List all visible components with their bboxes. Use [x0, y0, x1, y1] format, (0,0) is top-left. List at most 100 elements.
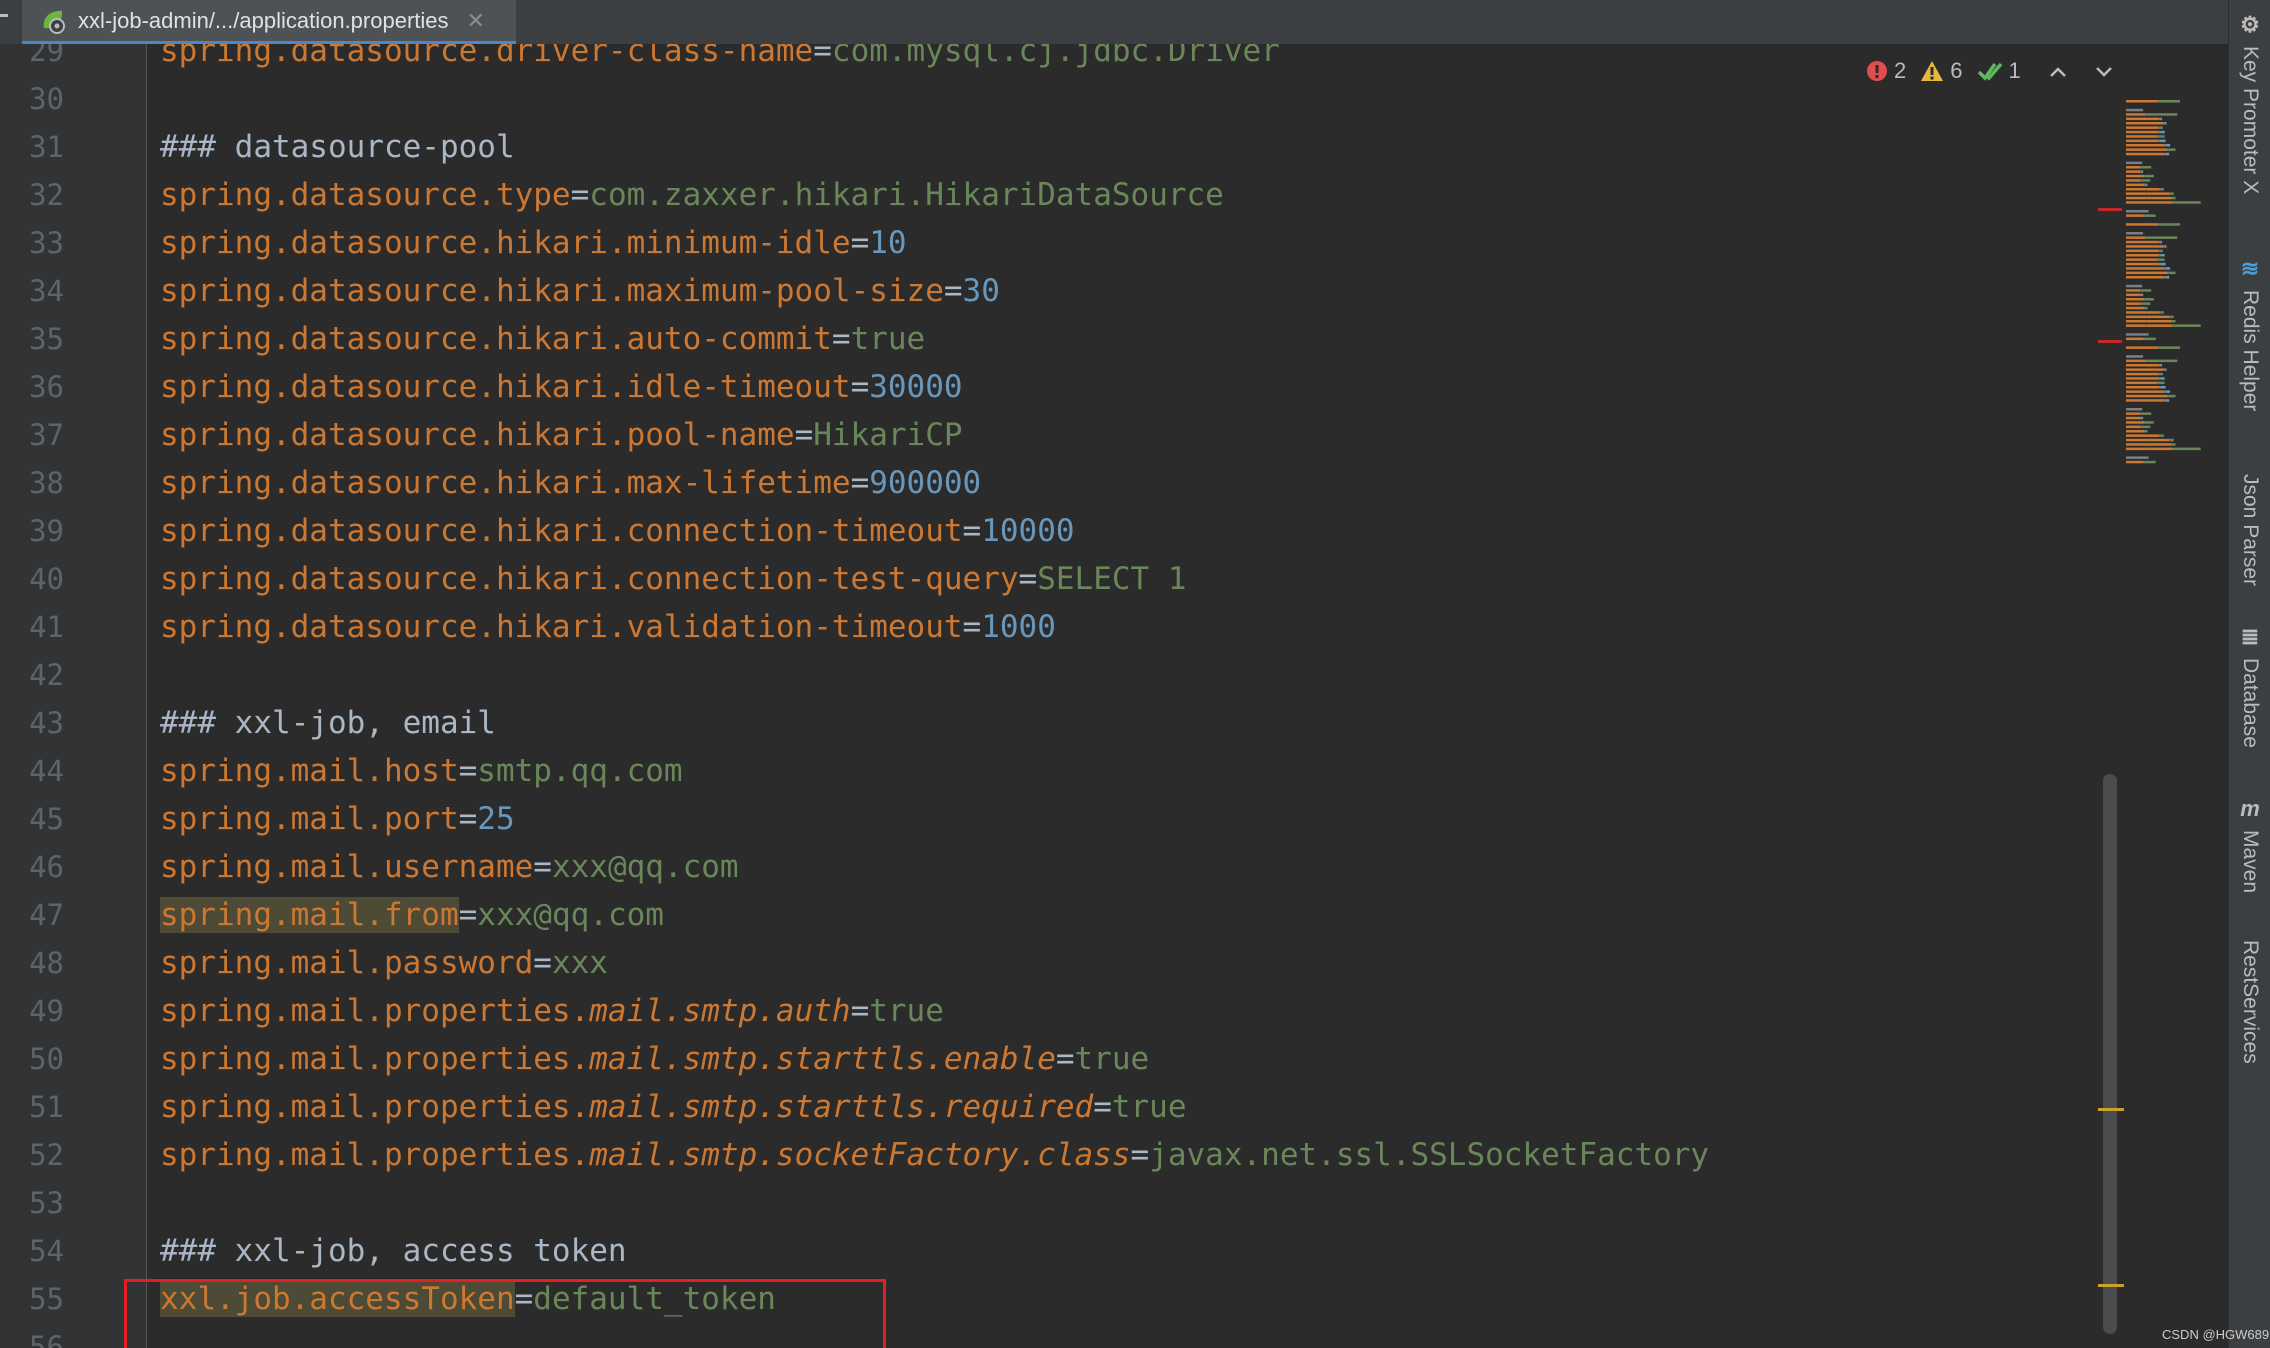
line-number: 46: [29, 850, 64, 884]
tool-redis-helper[interactable]: ≋ Redis Helper: [2229, 256, 2270, 411]
line-number: 54: [29, 1234, 64, 1268]
minimap-mark: [2126, 166, 2141, 169]
code-line[interactable]: 33 spring.datasource.hikari.minimum-idle=…: [0, 219, 2100, 267]
minimap-mark: [2146, 434, 2160, 437]
code-line[interactable]: 39 spring.datasource.hikari.connection-ti…: [0, 507, 2100, 555]
minimap-mark: [2140, 166, 2142, 169]
tool-restservices[interactable]: RestServices: [2229, 932, 2270, 1064]
code-line[interactable]: 53: [0, 1179, 2100, 1227]
error-marker[interactable]: [2098, 340, 2122, 343]
minimap-mark: [2126, 434, 2147, 437]
minimap-mark: [2146, 236, 2178, 239]
code-line[interactable]: 45 spring.mail.port=25: [0, 795, 2100, 843]
minimap-mark: [2126, 456, 2149, 459]
minimap-mark: [2173, 447, 2201, 451]
code-line[interactable]: 36 spring.datasource.hikari.idle-timeout=…: [0, 363, 2100, 411]
error-count[interactable]: 2: [1866, 58, 1906, 84]
minimap-mark: [2159, 377, 2161, 380]
tool-database[interactable]: ≣ Database: [2229, 624, 2270, 748]
minimap-mark: [2144, 174, 2154, 178]
close-tab-icon[interactable]: ✕: [467, 8, 485, 34]
minimap-mark: [2126, 306, 2144, 310]
minimap-mark: [2146, 447, 2173, 451]
code-token: ### xxl-job, email: [160, 705, 496, 741]
minimap-mark: [2126, 390, 2165, 393]
minimap-mark: [2157, 100, 2159, 103]
line-number: 30: [29, 82, 64, 116]
minimap-mark: [2126, 408, 2143, 411]
code-line[interactable]: 46 spring.mail.username=xxx@qq.com: [0, 843, 2100, 891]
minimap-mark: [2126, 100, 2158, 103]
minimap-mark: [2126, 298, 2144, 301]
code-token: spring.datasource.hikari.pool-name: [160, 417, 795, 453]
next-highlight-icon[interactable]: [2095, 58, 2113, 84]
minimap-mark: [2140, 293, 2142, 297]
vertical-scrollbar[interactable]: [2103, 774, 2117, 1334]
minimap-mark: [2126, 447, 2147, 451]
code-line[interactable]: 50 spring.mail.properties.mail.smtp.start…: [0, 1035, 2100, 1083]
error-marker[interactable]: [2098, 208, 2122, 211]
minimap-mark: [2144, 306, 2148, 310]
minimap-mark: [2126, 364, 2160, 367]
code-line[interactable]: 32 spring.datasource.type=com.zaxxer.hika…: [0, 171, 2100, 219]
ok-count[interactable]: 1: [1977, 58, 2021, 84]
code-line[interactable]: 31 ### datasource-pool: [0, 123, 2100, 171]
tab-application-properties[interactable]: xxl-job-admin/.../application.properties…: [22, 0, 516, 45]
watermark: CSDN @HGW689: [2162, 1327, 2270, 1342]
code-token: 30: [962, 273, 1000, 309]
code-token: =: [533, 945, 552, 981]
inspection-widget[interactable]: 2 6 1: [1866, 58, 2113, 84]
minimap-mark: [2126, 368, 2164, 371]
minimap-mark: [2126, 381, 2157, 385]
warning-count[interactable]: 6: [1920, 58, 1963, 84]
code-line[interactable]: 47 spring.mail.from=xxx@qq.com: [0, 891, 2100, 939]
minimap-mark: [2126, 108, 2144, 112]
code-line[interactable]: 54 ### xxl-job, access token: [0, 1227, 2100, 1275]
code-line[interactable]: 42: [0, 651, 2100, 699]
minimap-mark: [2157, 223, 2159, 226]
code-line[interactable]: 49 spring.mail.properties.mail.smtp.auth=…: [0, 987, 2100, 1035]
code-token: mail.smtp.socketFactory.class: [589, 1137, 1131, 1173]
code-token: =: [458, 801, 478, 837]
code-line[interactable]: 29 spring.datasource.driver-class-name=co…: [0, 44, 2100, 75]
minimap-mark: [2140, 416, 2142, 420]
code-token: spring.datasource.type: [160, 177, 571, 213]
minimap-mark: [2159, 254, 2161, 257]
code-token: smtp.qq.com: [477, 753, 683, 789]
code-editor[interactable]: 29 spring.datasource.driver-class-name=co…: [0, 44, 2228, 1348]
minimap-mark: [2141, 289, 2152, 292]
minimap-mark: [2171, 443, 2176, 446]
code-line[interactable]: 44 spring.mail.host=smtp.qq.com: [0, 747, 2100, 795]
minimap-mark: [2146, 196, 2171, 200]
code-line[interactable]: 40 spring.datasource.hikari.connection-te…: [0, 555, 2100, 603]
code-line[interactable]: 37 spring.datasource.hikari.pool-name=Hik…: [0, 411, 2100, 459]
tool-json-parser[interactable]: Json Parser: [2229, 466, 2270, 586]
code-token: 25: [477, 801, 515, 837]
code-minimap[interactable]: [2126, 100, 2226, 490]
line-number: 53: [29, 1186, 64, 1220]
code-line[interactable]: 34 spring.datasource.hikari.maximum-pool-…: [0, 267, 2100, 315]
code-line[interactable]: 51 spring.mail.properties.mail.smtp.start…: [0, 1083, 2100, 1131]
code-line[interactable]: 38 spring.datasource.hikari.max-lifetime=…: [0, 459, 2100, 507]
code-line[interactable]: 30: [0, 75, 2100, 123]
minimap-mark: [2126, 214, 2144, 217]
minimap-mark: [2158, 100, 2180, 103]
tool-maven[interactable]: m Maven: [2229, 796, 2270, 893]
minimap-mark: [2160, 434, 2164, 437]
minimap-mark: [2126, 460, 2144, 464]
code-line[interactable]: 41 spring.datasource.hikari.validation-ti…: [0, 603, 2100, 651]
line-number: 43: [29, 706, 64, 740]
code-token: spring.datasource.hikari.minimum-idle: [160, 225, 851, 261]
minimap-mark: [2169, 315, 2171, 319]
tool-key-promoter-x[interactable]: ⚙ Key Promoter X: [2229, 12, 2270, 194]
line-code: spring.mail.properties.mail.smtp.socketF…: [160, 1131, 1709, 1179]
code-line[interactable]: 48 spring.mail.password=xxx: [0, 939, 2100, 987]
previous-highlight-icon[interactable]: [2049, 58, 2067, 84]
minimap-mark: [2160, 188, 2164, 191]
code-line[interactable]: 35 spring.datasource.hikari.auto-commit=t…: [0, 315, 2100, 363]
code-line[interactable]: 52 spring.mail.properties.mail.smtp.socke…: [0, 1131, 2100, 1179]
warning-marker[interactable]: [2098, 1284, 2124, 1287]
code-line[interactable]: 43 ### xxl-job, email: [0, 699, 2100, 747]
warning-marker[interactable]: [2098, 1108, 2124, 1111]
minimap-mark: [2144, 174, 2145, 178]
